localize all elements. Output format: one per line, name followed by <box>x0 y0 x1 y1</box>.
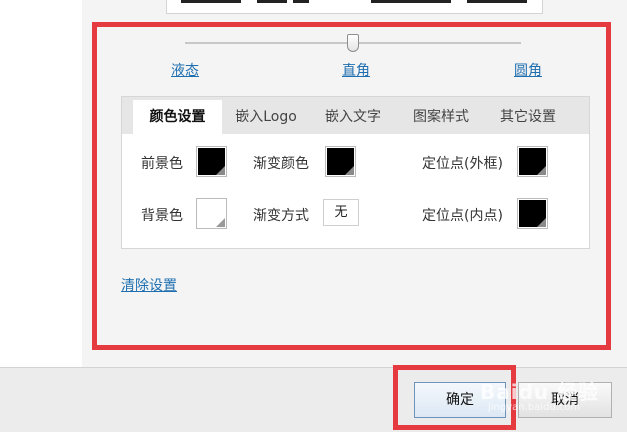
qr-preview-edge <box>166 0 543 14</box>
preview-mark <box>181 0 241 3</box>
annotation-highlight-ok <box>393 365 516 430</box>
preview-mark <box>371 0 451 3</box>
preview-mark <box>293 0 309 3</box>
preview-mark <box>467 0 527 3</box>
cancel-button[interactable]: 取消 <box>518 382 612 418</box>
left-background <box>0 0 82 367</box>
preview-mark <box>257 0 287 3</box>
annotation-highlight-settings <box>92 22 611 350</box>
